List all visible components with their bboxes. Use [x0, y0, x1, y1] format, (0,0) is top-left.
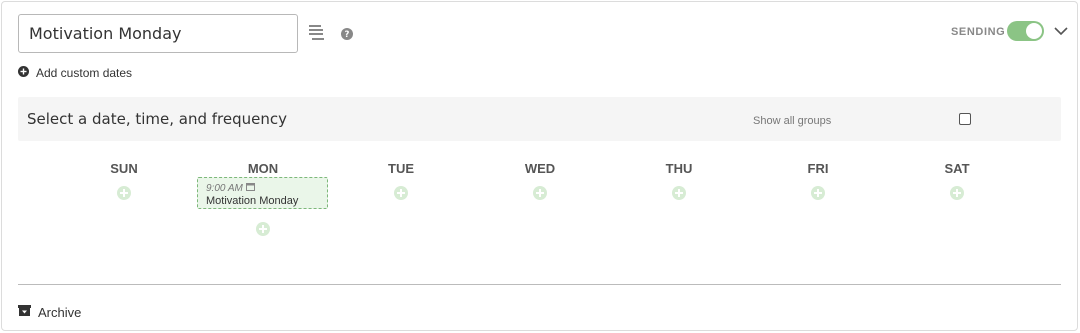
stack-icon[interactable]	[308, 24, 326, 42]
archive-button[interactable]: Archive	[18, 303, 81, 321]
add-icon[interactable]	[950, 186, 964, 200]
sending-label: SENDING	[951, 26, 1006, 38]
add-icon[interactable]	[811, 186, 825, 200]
day-header-mon: MON	[247, 161, 279, 176]
archive-icon	[18, 303, 31, 321]
add-icon[interactable]	[672, 186, 686, 200]
plus-circle-icon	[18, 64, 29, 82]
divider	[18, 284, 1061, 285]
add-icon[interactable]	[394, 186, 408, 200]
add-icon[interactable]	[256, 222, 270, 236]
day-header-thu: THU	[665, 161, 693, 176]
event-time: 9:00 AM	[206, 182, 255, 194]
day-header-sun: SUN	[110, 161, 138, 176]
day-header-fri: FRI	[807, 161, 829, 176]
day-header-wed: WED	[524, 161, 556, 176]
add-icon[interactable]	[117, 186, 131, 200]
frequency-bar: Select a date, time, and frequency Show …	[18, 97, 1061, 141]
add-icon[interactable]	[533, 186, 547, 200]
show-all-groups-checkbox[interactable]	[959, 113, 971, 125]
add-custom-dates-label: Add custom dates	[36, 66, 133, 80]
archive-label: Archive	[38, 304, 82, 320]
show-all-groups-label: Show all groups	[753, 115, 832, 127]
day-header-tue: TUE	[388, 161, 414, 176]
svg-text:?: ?	[345, 30, 350, 40]
sending-toggle[interactable]	[1007, 21, 1044, 41]
add-custom-dates-button[interactable]: Add custom dates	[18, 64, 132, 82]
event-time-label: 9:00 AM	[206, 182, 243, 194]
calendar-icon	[245, 182, 255, 194]
help-icon[interactable]: ?	[340, 27, 354, 41]
day-header-sat: SAT	[944, 161, 970, 176]
frequency-title: Select a date, time, and frequency	[27, 110, 288, 128]
event-name: Motivation Monday	[206, 195, 299, 207]
scheduled-event[interactable]: 9:00 AM Motivation Monday	[197, 177, 328, 209]
message-title-input[interactable]	[18, 14, 298, 53]
toggle-knob	[1026, 23, 1042, 39]
chevron-down-icon[interactable]	[1053, 23, 1069, 39]
